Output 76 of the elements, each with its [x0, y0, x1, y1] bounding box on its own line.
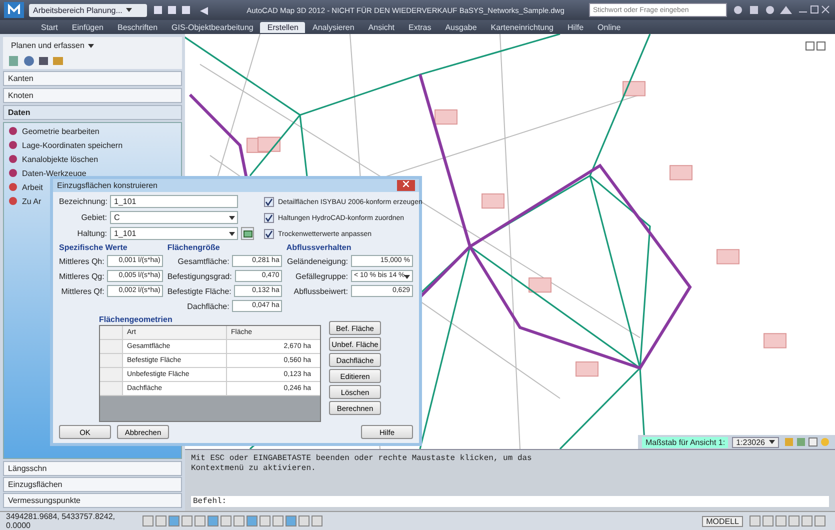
- model-button[interactable]: MODELL: [702, 516, 743, 526]
- scale-dropdown[interactable]: 1:23026: [732, 436, 779, 448]
- checkbox[interactable]: [264, 213, 274, 223]
- panel-item[interactable]: Kanalobjekte löschen: [22, 154, 98, 164]
- group-heading: Abflussverhalten: [286, 243, 352, 252]
- ribbon-tab[interactable]: Ausgabe: [438, 22, 484, 32]
- caret-icon: [229, 216, 235, 220]
- close-icon: [403, 181, 409, 187]
- command-history-line: Kontextmenü zu aktivieren.: [191, 464, 317, 473]
- coordinates-readout: 3494281.9684, 5433757.8242, 0.0000: [6, 512, 116, 530]
- close-button[interactable]: [397, 180, 415, 191]
- workspace-dropdown[interactable]: Arbeitsbereich Planung...: [29, 4, 147, 16]
- toolbar-icons[interactable]: [732, 4, 792, 16]
- building-shape: [434, 109, 458, 125]
- pick-button[interactable]: [241, 227, 254, 240]
- panel-section-header[interactable]: Kanten: [3, 71, 182, 86]
- ribbon-tab[interactable]: Online: [590, 22, 628, 32]
- building-shape: [716, 249, 740, 264]
- building-shape: [576, 361, 598, 377]
- field-label: Bezeichnung:: [59, 197, 107, 206]
- command-prompt[interactable]: Befehl:: [191, 496, 829, 507]
- field-label: Mittleres Qh:: [59, 256, 104, 266]
- ribbon-tab[interactable]: GIS-Objektbearbeitung: [164, 22, 260, 32]
- ribbon-tab[interactable]: Erstellen: [260, 22, 306, 32]
- input-field[interactable]: 1_101: [110, 195, 238, 208]
- field-label: Abflussbeiwert:: [294, 286, 348, 296]
- caret-icon: [126, 8, 132, 12]
- building-shape: [622, 81, 646, 96]
- panel-item[interactable]: Daten-Werkzeuge: [22, 168, 86, 178]
- checkbox[interactable]: [264, 229, 274, 239]
- caret-icon: [88, 44, 94, 48]
- pick-icon: [242, 228, 252, 238]
- ribbon-tab[interactable]: Ansicht: [361, 22, 402, 32]
- command-history-line: Mit ESC oder EINGABETASTE beenden oder rechte Maustaste klicken, um das: [191, 454, 533, 463]
- field-label: Gebiet:: [80, 213, 107, 222]
- caret-icon: [769, 440, 775, 444]
- dialog-title: Einzugsflächen konstruieren: [57, 181, 158, 190]
- view-controls-icon[interactable]: [805, 40, 827, 52]
- input-field[interactable]: 1_101: [110, 227, 238, 240]
- caret-icon: [404, 275, 410, 279]
- field-label: Haltung:: [76, 229, 107, 238]
- ribbon-tab[interactable]: Start: [34, 22, 65, 32]
- scale-label: Maßstab für Ansicht 1:: [642, 436, 728, 448]
- ribbon-tab[interactable]: Analysieren: [305, 22, 362, 32]
- ribbon-tab[interactable]: Beschriften: [110, 22, 165, 32]
- ribbon-tab[interactable]: Karteneinrichtung: [484, 22, 561, 32]
- field-label: Geländeneigung:: [287, 256, 348, 266]
- field-label: Gefällegruppe:: [296, 272, 348, 280]
- field-label: Dachfläche:: [187, 302, 230, 310]
- field-label: Mittleres Qf:: [61, 286, 104, 296]
- window-controls-icon[interactable]: [797, 4, 831, 16]
- caret-icon: [229, 232, 235, 236]
- ribbon-tab[interactable]: Einfügen: [64, 22, 110, 32]
- panel-item[interactable]: Geometrie bearbeiten: [22, 126, 100, 136]
- status-icons[interactable]: [783, 436, 831, 448]
- input-field[interactable]: C: [110, 211, 238, 224]
- building-shape: [670, 165, 692, 180]
- ribbon-tab[interactable]: Hilfe: [560, 22, 591, 32]
- building-shape: [258, 136, 280, 152]
- panel-item[interactable]: Lage-Koordinaten speichern: [22, 140, 123, 150]
- field-label: Mittleres Qg:: [59, 272, 104, 280]
- panel-section-header[interactable]: Daten: [3, 105, 182, 120]
- table-heading: Flächengeometrien: [99, 315, 174, 324]
- app-logo-icon[interactable]: [4, 2, 24, 18]
- panel-item[interactable]: Arbeit: [22, 182, 43, 192]
- panel-section-header[interactable]: Vermessungspunkte: [3, 493, 182, 508]
- building-shape: [528, 277, 552, 293]
- ribbon-tab[interactable]: Extras: [402, 22, 438, 32]
- building-shape: [482, 193, 504, 209]
- group-heading: Spezifische Werte: [59, 243, 128, 252]
- checkbox[interactable]: [264, 197, 274, 207]
- panel-section-header[interactable]: Längsschn: [3, 461, 182, 476]
- panel-section-header[interactable]: Knoten: [3, 88, 182, 103]
- panel-item[interactable]: Zu Ar: [22, 196, 42, 206]
- building-shape: [764, 333, 786, 348]
- panel-section-header[interactable]: Einzugsflächen: [3, 477, 182, 492]
